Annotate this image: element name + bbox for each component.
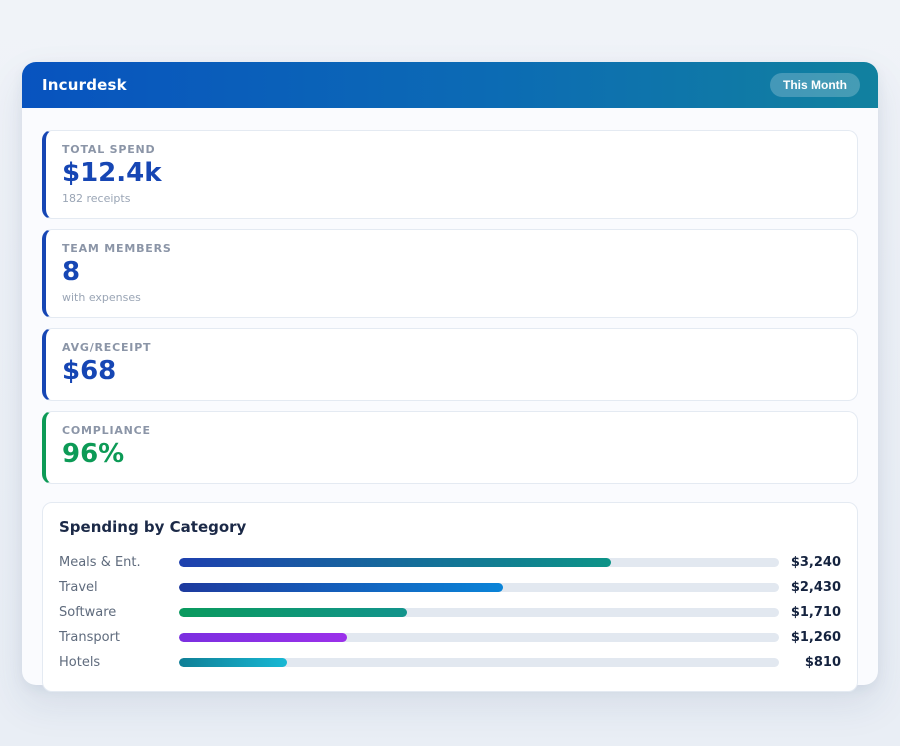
stat-caption: with expenses: [62, 291, 841, 304]
stat-value: 96%: [62, 440, 841, 470]
app-title: Incurdesk: [42, 76, 127, 94]
stat-label: AVG/RECEIPT: [62, 341, 841, 354]
bar-track: [179, 658, 779, 667]
stat-label: COMPLIANCE: [62, 424, 841, 437]
stat-label: TOTAL SPEND: [62, 143, 841, 156]
category-label: Meals & Ent.: [59, 555, 179, 570]
chart-row: Hotels $810: [59, 650, 841, 675]
category-value: $2,430: [779, 580, 841, 595]
stat-label: TEAM MEMBERS: [62, 242, 841, 255]
stat-value: $12.4k: [62, 159, 841, 189]
category-label: Hotels: [59, 655, 179, 670]
spending-by-category-chart: Spending by Category Meals & Ent. $3,240…: [42, 502, 858, 692]
stat-card: AVG/RECEIPT $68: [42, 328, 858, 401]
chart-row: Travel $2,430: [59, 575, 841, 600]
category-label: Software: [59, 605, 179, 620]
category-value: $1,710: [779, 605, 841, 620]
chart-row: Software $1,710: [59, 600, 841, 625]
category-value: $810: [779, 655, 841, 670]
stat-value: $68: [62, 357, 841, 387]
bar-track: [179, 583, 779, 592]
bar-track: [179, 558, 779, 567]
chart-title: Spending by Category: [59, 518, 841, 536]
bar-fill: [179, 608, 407, 617]
bar-fill: [179, 633, 347, 642]
panel-content: TOTAL SPEND $12.4k 182 receipts TEAM MEM…: [22, 108, 878, 692]
category-label: Transport: [59, 630, 179, 645]
category-value: $3,240: [779, 555, 841, 570]
stat-card: COMPLIANCE 96%: [42, 411, 858, 484]
stat-card: TOTAL SPEND $12.4k 182 receipts: [42, 130, 858, 219]
period-filter-badge[interactable]: This Month: [770, 73, 860, 97]
app-header: Incurdesk This Month: [22, 62, 878, 108]
chart-row: Meals & Ent. $3,240: [59, 550, 841, 575]
stat-caption: 182 receipts: [62, 192, 841, 205]
bar-track: [179, 608, 779, 617]
dashboard-panel: Incurdesk This Month TOTAL SPEND $12.4k …: [22, 62, 878, 685]
bar-fill: [179, 583, 503, 592]
stat-value: 8: [62, 258, 841, 288]
bar-track: [179, 633, 779, 642]
chart-row: Transport $1,260: [59, 625, 841, 650]
stat-card: TEAM MEMBERS 8 with expenses: [42, 229, 858, 318]
bar-fill: [179, 558, 611, 567]
category-label: Travel: [59, 580, 179, 595]
bar-fill: [179, 658, 287, 667]
category-value: $1,260: [779, 630, 841, 645]
